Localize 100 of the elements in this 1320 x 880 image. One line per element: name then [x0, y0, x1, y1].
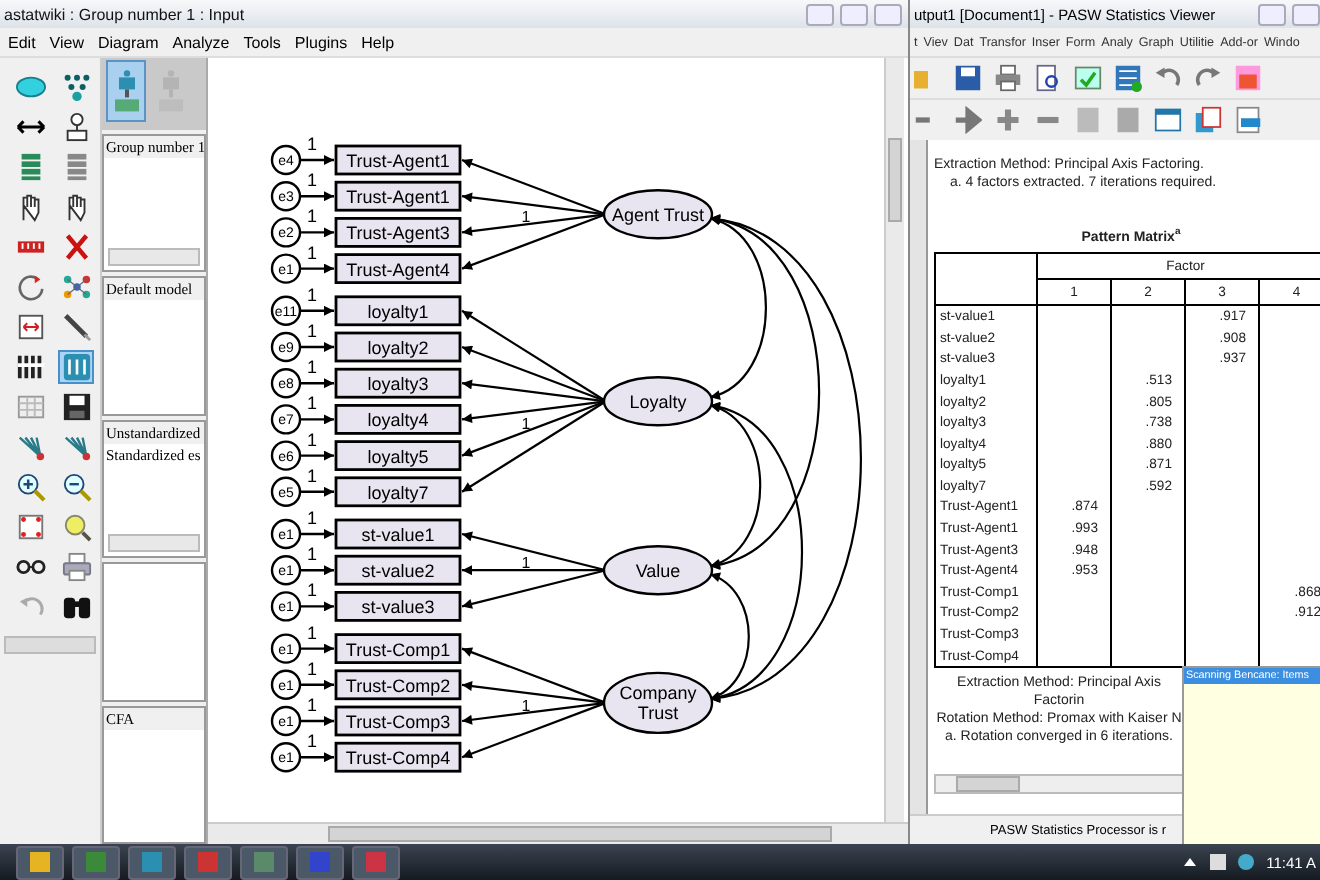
- regression-arrow: [300, 155, 334, 165]
- observed-variable: Trust-Comp2: [334, 669, 462, 701]
- tool-button[interactable]: [12, 470, 48, 504]
- view-input-button[interactable]: [106, 60, 146, 122]
- scrollbar[interactable]: [4, 636, 96, 654]
- path-fan-icon: [15, 432, 45, 462]
- path-weight: 1: [521, 554, 531, 573]
- path-weight: 1: [307, 429, 317, 450]
- scrollbar[interactable]: [108, 534, 200, 553]
- network-icon: [61, 272, 91, 302]
- regression-arrow: [300, 601, 334, 612]
- observed-variable: Trust-Comp3: [334, 705, 462, 737]
- menu-item[interactable]: Analyze: [172, 33, 230, 51]
- taskbar-button[interactable]: [128, 845, 176, 879]
- ellipse-icon: [15, 72, 45, 102]
- tool-button[interactable]: [12, 350, 48, 384]
- observed-variable: Trust-Agent3: [334, 217, 462, 248]
- regression-arrow: [300, 643, 334, 654]
- path-fan-icon: [61, 432, 91, 462]
- app-icon: [254, 852, 274, 872]
- close-button[interactable]: [874, 3, 902, 25]
- regression-arrow: [300, 263, 334, 274]
- menu-item[interactable]: Tools: [243, 33, 281, 51]
- latent-variable: Loyalty: [602, 376, 714, 427]
- scrollbar[interactable]: [884, 58, 904, 822]
- forward-arrow-icon[interactable]: [954, 106, 982, 134]
- observed-variable: loyalty5: [334, 440, 462, 471]
- path-weight: 1: [521, 696, 531, 715]
- tool-button[interactable]: [58, 310, 94, 344]
- path-weight: 1: [307, 321, 317, 341]
- latent-variable: Agent Trust: [602, 189, 714, 240]
- menu-item[interactable]: View: [49, 33, 84, 51]
- regression-arrow: [300, 305, 334, 316]
- menu-item[interactable]: Edit: [8, 33, 36, 51]
- observed-variable: loyalty7: [334, 476, 462, 508]
- binoculars-icon: [61, 592, 91, 622]
- printer-icon[interactable]: [994, 64, 1022, 92]
- observed-variable: Trust-Agent1: [334, 144, 462, 176]
- regression-arrow: [300, 679, 334, 690]
- regression-arrow: [300, 227, 334, 238]
- path-weight: 1: [307, 731, 317, 752]
- rotate-icon: [15, 272, 45, 302]
- path-weight: 1: [307, 695, 317, 715]
- path-weight: 1: [521, 415, 531, 434]
- path-weight: 1: [307, 357, 317, 378]
- magnifier-icon: [61, 512, 91, 542]
- path-weight: 1: [307, 658, 317, 679]
- path-weight: 1: [307, 508, 317, 528]
- regression-arrow: [300, 342, 334, 352]
- fit-page-icon: [15, 512, 45, 542]
- pen-icon: [61, 312, 91, 342]
- bars-icon: [15, 352, 45, 382]
- path-weight: 1: [307, 284, 317, 305]
- path-weight: 1: [307, 170, 317, 191]
- menu-item[interactable]: Plugins: [294, 33, 348, 51]
- taskbar-button[interactable]: [240, 845, 288, 879]
- observed-variable: loyalty4: [334, 404, 462, 435]
- window-title: astatwiki : Group number 1 : Input: [4, 5, 247, 23]
- app-icon: [86, 852, 106, 872]
- taskbar-button[interactable]: [16, 845, 64, 879]
- observed-variable: st-value2: [334, 554, 462, 586]
- scrollbar[interactable]: [208, 822, 908, 844]
- path-weight: 1: [307, 242, 317, 263]
- expand-icon[interactable]: [994, 106, 1022, 134]
- zoom-out-icon: [61, 472, 91, 502]
- maximize-button[interactable]: [1292, 3, 1320, 25]
- minimize-button[interactable]: [806, 3, 834, 25]
- observed-variable: Trust-Comp4: [334, 741, 462, 773]
- observed-variable: loyalty3: [334, 367, 462, 399]
- observed-variable: st-value3: [334, 591, 462, 622]
- regression-arrow: [300, 414, 334, 425]
- save-icon: [61, 392, 91, 422]
- path-weight: 1: [307, 544, 317, 565]
- app-icon: [310, 852, 330, 872]
- print-preview-icon[interactable]: [1034, 64, 1062, 92]
- menu-item[interactable]: Diagram: [98, 33, 159, 51]
- tool-button[interactable]: [58, 470, 94, 504]
- app-icon: [30, 852, 50, 872]
- scrollbar[interactable]: [108, 248, 200, 267]
- minimize-button[interactable]: [1258, 3, 1286, 25]
- indicator-tree-icon: [61, 72, 91, 102]
- regression-arrow: [300, 565, 334, 576]
- latent-variable: Value: [602, 545, 714, 596]
- path-weight: 1: [307, 134, 317, 154]
- regression-arrow: [300, 716, 334, 726]
- tray-arrow-icon[interactable]: [1182, 854, 1199, 870]
- undo-icon[interactable]: [1154, 64, 1182, 92]
- regression-arrow: [300, 450, 334, 461]
- menu-item[interactable]: Help: [361, 33, 395, 51]
- printer-icon: [61, 552, 91, 582]
- path-weight: 1: [307, 393, 317, 414]
- taskbar-button[interactable]: [72, 845, 120, 879]
- zoom-in-icon: [15, 472, 45, 502]
- tool-button[interactable]: [58, 390, 94, 424]
- app-icon: [198, 852, 218, 872]
- path-weight: 1: [307, 622, 317, 643]
- observed-variable: Trust-Agent1: [334, 180, 462, 212]
- save-icon[interactable]: [954, 64, 982, 92]
- maximize-button[interactable]: [840, 3, 868, 25]
- observed-variable: loyalty2: [334, 331, 462, 363]
